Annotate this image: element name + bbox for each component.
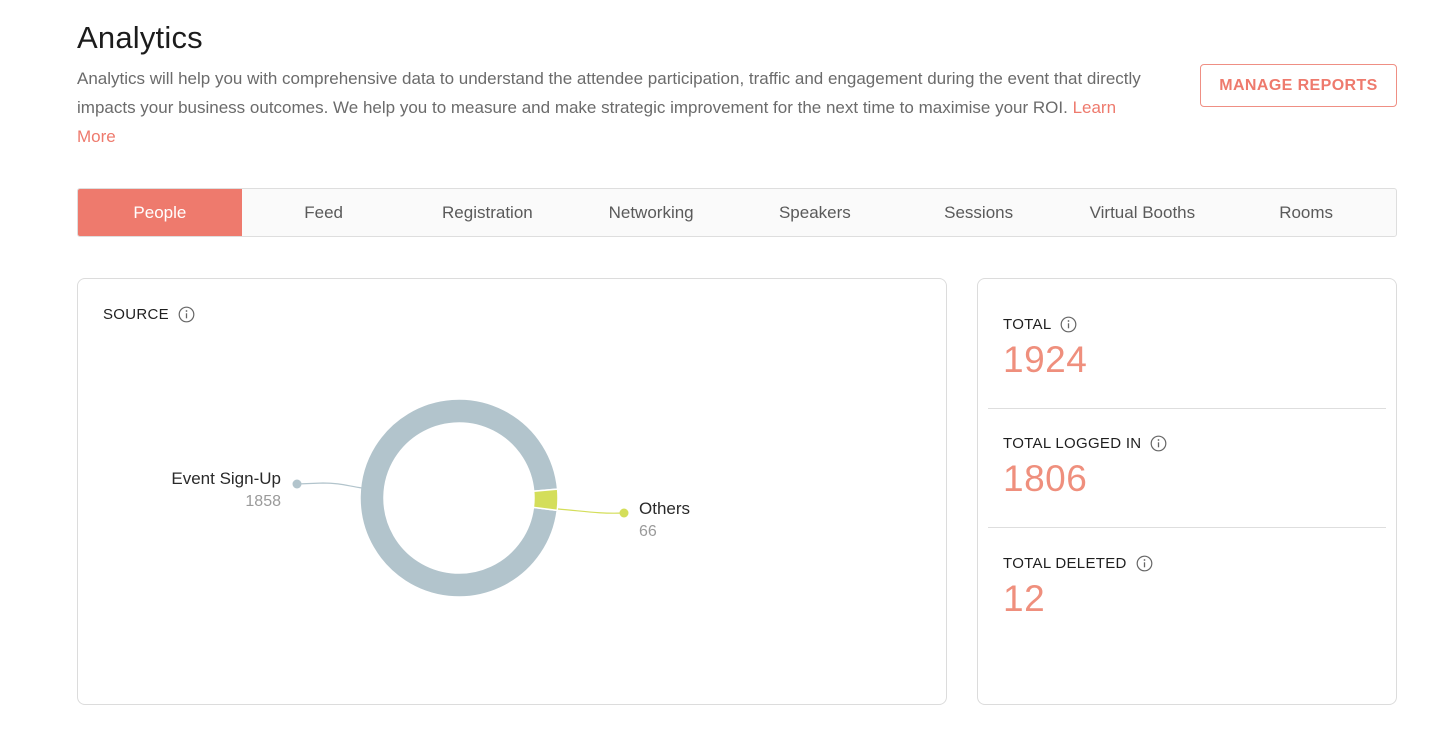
stat-deleted-value: 12: [1003, 578, 1046, 619]
slice-others[interactable]: [532, 488, 559, 512]
source-card: SOURCE Event Sign-Up 1858 Others 66: [77, 278, 947, 705]
stat-total-value: 1924: [1003, 339, 1088, 380]
divider: [988, 527, 1386, 528]
leader-line-event-sign-up: [296, 482, 363, 489]
description-text: Analytics will help you with comprehensi…: [77, 69, 1141, 117]
label-event-sign-up: Event Sign-Up: [171, 469, 281, 488]
stat-logged-in-header: TOTAL LOGGED IN: [1003, 435, 1167, 452]
manage-reports-button[interactable]: MANAGE REPORTS: [1200, 64, 1397, 107]
tab-speakers[interactable]: Speakers: [733, 189, 897, 236]
stat-deleted-label: TOTAL DELETED: [1003, 555, 1127, 572]
info-circle-icon[interactable]: [1060, 316, 1077, 333]
label-others: Others: [639, 499, 690, 518]
value-event-sign-up: 1858: [245, 493, 281, 510]
stat-logged-in-label: TOTAL LOGGED IN: [1003, 435, 1142, 452]
stat-total-header: TOTAL: [1003, 316, 1087, 333]
info-circle-icon[interactable]: [1136, 555, 1153, 572]
page-description: Analytics will help you with comprehensi…: [77, 64, 1147, 151]
tab-registration[interactable]: Registration: [406, 189, 570, 236]
stat-total: TOTAL 1924: [1003, 316, 1087, 381]
divider: [988, 408, 1386, 409]
slice-event-sign-up[interactable]: [359, 398, 559, 598]
source-donut-chart: Event Sign-Up 1858 Others 66: [171, 398, 690, 598]
tab-people[interactable]: People: [78, 189, 242, 236]
leader-dot-event-sign-up: [292, 479, 302, 489]
leader-line-others: [557, 508, 625, 514]
tab-feed[interactable]: Feed: [242, 189, 406, 236]
tab-sessions[interactable]: Sessions: [897, 189, 1061, 236]
leader-dot-others: [619, 508, 629, 518]
stat-deleted-header: TOTAL DELETED: [1003, 555, 1153, 572]
page-title: Analytics: [77, 20, 203, 55]
tab-rooms[interactable]: Rooms: [1224, 189, 1388, 236]
stat-total-label: TOTAL: [1003, 316, 1052, 333]
stat-logged-in-value: 1806: [1003, 458, 1088, 499]
analytics-tabs: People Feed Registration Networking Spea…: [77, 188, 1397, 237]
stat-logged-in: TOTAL LOGGED IN 1806: [1003, 435, 1167, 500]
tab-networking[interactable]: Networking: [569, 189, 733, 236]
tab-virtual-booths[interactable]: Virtual Booths: [1061, 189, 1225, 236]
value-others: 66: [639, 523, 657, 540]
stats-card: TOTAL 1924 TOTAL LOGGED IN 1806 TOTAL DE…: [977, 278, 1397, 705]
stat-deleted: TOTAL DELETED 12: [1003, 555, 1153, 620]
info-circle-icon[interactable]: [1150, 435, 1167, 452]
